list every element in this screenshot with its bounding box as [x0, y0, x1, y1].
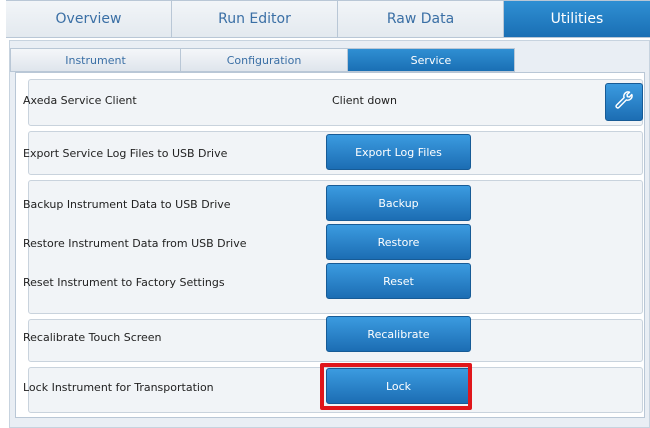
export-log-files-button[interactable]: Export Log Files — [326, 134, 471, 170]
restore-label: Restore Instrument Data from USB Drive — [23, 237, 247, 250]
tab-overview[interactable]: Overview — [6, 1, 172, 37]
reset-label: Reset Instrument to Factory Settings — [23, 276, 225, 289]
subtab-service[interactable]: Service — [347, 48, 515, 72]
tab-raw-data[interactable]: Raw Data — [338, 1, 504, 37]
export-label: Export Service Log Files to USB Drive — [23, 147, 228, 160]
subtab-configuration[interactable]: Configuration — [180, 48, 347, 72]
axeda-settings-button[interactable] — [605, 83, 643, 121]
axeda-status: Client down — [332, 94, 398, 107]
subtab-instrument[interactable]: Instrument — [10, 48, 180, 72]
backup-label: Backup Instrument Data to USB Drive — [23, 198, 231, 211]
tab-run-editor[interactable]: Run Editor — [172, 1, 338, 37]
recalibrate-label: Recalibrate Touch Screen — [23, 331, 162, 344]
wrench-icon — [615, 91, 633, 109]
lock-button[interactable]: Lock — [326, 368, 471, 404]
main-tab-bar: Overview Run Editor Raw Data Utilities — [6, 0, 650, 38]
sub-tab-bar: Instrument Configuration Service — [10, 48, 515, 72]
tab-utilities[interactable]: Utilities — [504, 1, 650, 37]
restore-button[interactable]: Restore — [326, 224, 471, 260]
recalibrate-button[interactable]: Recalibrate — [326, 316, 471, 352]
backup-button[interactable]: Backup — [326, 185, 471, 221]
lock-label: Lock Instrument for Transportation — [23, 381, 214, 394]
reset-button[interactable]: Reset — [326, 263, 471, 299]
axeda-label: Axeda Service Client — [23, 94, 137, 107]
